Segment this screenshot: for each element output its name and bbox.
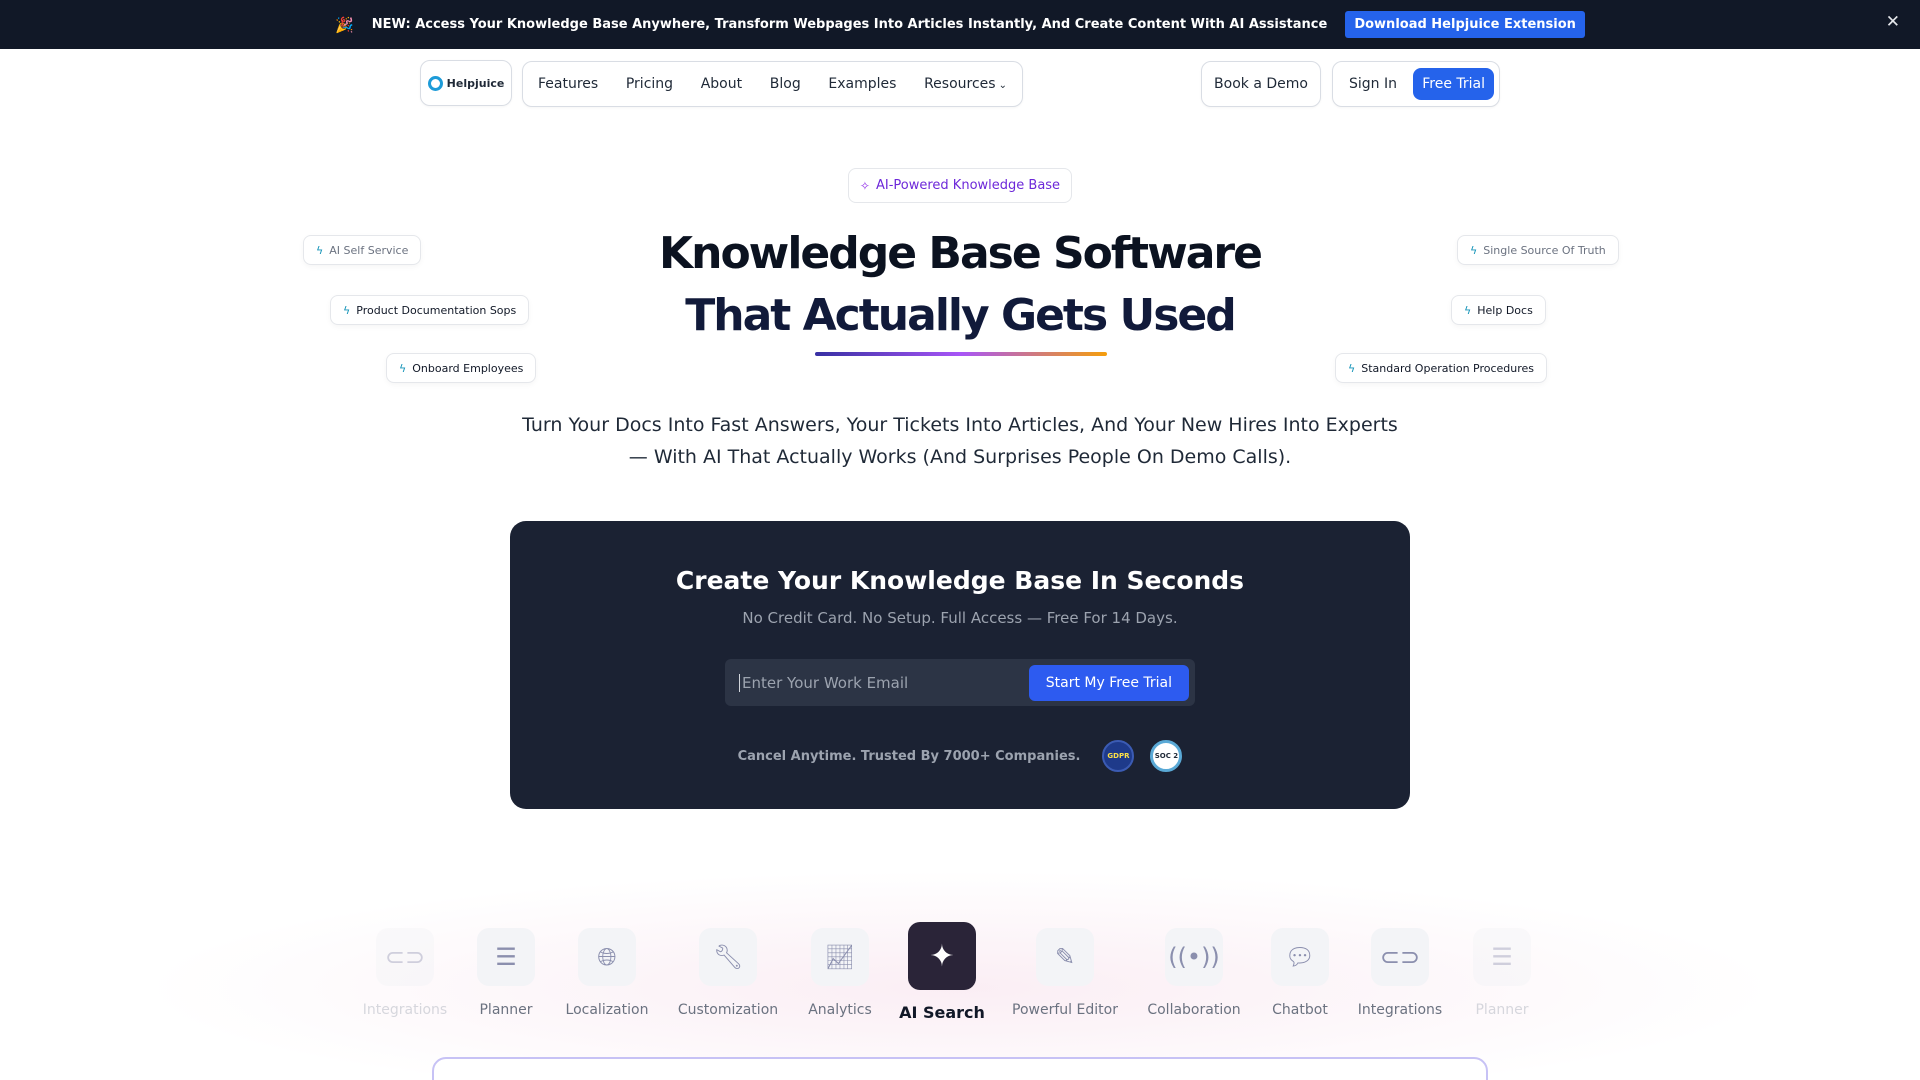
announcement-text: NEW: Access Your Knowledge Base Anywhere… [371,17,1328,32]
feature-tab-label: Analytics [808,1002,872,1018]
feature-tab-label: AI Search [899,1003,985,1022]
download-extension-button[interactable]: Download Helpjuice Extension [1345,11,1585,38]
party-icon: 🎉 [335,15,354,34]
feature-tab-label: Customization [677,1002,779,1018]
pen-icon: ✎ [1036,928,1094,986]
nav-resources[interactable]: Resources ⌄ [924,76,1007,92]
globe-icon: 🌐︎ [578,928,636,986]
nav-examples[interactable]: Examples [828,76,896,92]
gdpr-seal-icon: GDPR [1102,740,1135,772]
auth-group: Sign In Free Trial [1332,61,1500,107]
feature-tab-label: Localization [565,1002,649,1018]
logo-text: Helpjuice [446,76,505,90]
hero-title-line-2: That Actually Gets Used [685,290,1236,341]
hero-badge-label: AI-Powered Knowledge Base [875,178,1061,193]
wrench-icon: 🔧︎ [699,928,757,986]
toggle-icon: ⊂⊃ [1371,928,1429,986]
signup-panel: Create Your Knowledge Base In Seconds No… [510,521,1410,809]
trust-row: Cancel Anytime. Trusted By 7000+ Compani… [510,740,1410,772]
free-trial-button[interactable]: Free Trial [1413,68,1494,100]
signup-note: No Credit Card. No Setup. Full Access — … [742,609,1178,627]
book-demo-button[interactable]: Book a Demo [1201,61,1321,107]
feature-tab-label: Powerful Editor [1012,1002,1118,1018]
feature-tab[interactable]: 🌐︎ Localization [547,922,667,1018]
bolt-icon: ϟ [1348,361,1356,375]
feature-tab[interactable]: 🔧︎ Customization [668,922,788,1018]
start-trial-button[interactable]: Start My Free Trial [1028,664,1189,701]
feature-tab-label: Planner [1475,1002,1529,1018]
email-input[interactable] [739,673,1029,692]
feature-tab[interactable]: ((•)) Collaboration [1134,922,1254,1018]
nav-resources-label: Resources [924,76,996,92]
soc2-seal-icon: SOC 2 [1150,740,1183,772]
feature-tab[interactable]: ☰ Planner [1442,922,1562,1018]
nav-about[interactable]: About [701,76,742,92]
logo[interactable]: Helpjuice [420,60,512,106]
broadcast-icon: ((•)) [1165,928,1223,986]
chevron-down-icon: ⌄ [998,80,1007,91]
nav-blog[interactable]: Blog [770,76,801,92]
helpjuice-logo-icon [427,75,443,91]
chip-label: Standard Operation Procedures [1361,361,1535,375]
feature-tab-label: Integrations [362,1002,448,1018]
bolt-icon: ϟ [399,361,407,375]
hero-title-line-1: Knowledge Base Software [659,228,1263,279]
title-underline [815,352,1107,356]
feature-tab[interactable]: ✦ AI Search [882,922,1002,1022]
feature-tab-label: Integrations [1357,1002,1443,1018]
chip-label: Onboard Employees [412,361,524,375]
hero-badge: ✧ AI-Powered Knowledge Base [848,168,1072,203]
main-nav: Features Pricing About Blog Examples Res… [522,61,1023,107]
announcement-bar: 🎉 NEW: Access Your Knowledge Base Anywhe… [0,0,1920,49]
feature-tab[interactable]: ✎ Powerful Editor [1005,922,1125,1018]
signup-form: Start My Free Trial [725,659,1195,706]
nav-features[interactable]: Features [538,76,598,92]
feature-tab-label: Planner [479,1002,533,1018]
feature-tab-label: Chatbot [1272,1002,1328,1018]
chip-standard-operation: ϟ Standard Operation Procedures [1335,353,1548,383]
nav-pricing[interactable]: Pricing [626,76,673,92]
chip-onboard-employees: ϟ Onboard Employees [386,353,537,383]
trust-text: Cancel Anytime. Trusted By 7000+ Compani… [737,748,1081,764]
planner-icon: ☰ [1473,928,1531,986]
signup-heading: Create Your Knowledge Base In Seconds [675,566,1245,595]
feature-preview-card [432,1057,1488,1080]
chat-bubble-icon: 💬︎ [1271,928,1329,986]
planner-icon: ☰ [477,928,535,986]
sparkle-icon: ✧ [859,178,870,193]
close-icon[interactable]: ✕ [1886,12,1900,32]
sign-in-button[interactable]: Sign In [1349,76,1397,92]
toggle-icon: ⊂⊃ [376,928,434,986]
feature-tab-label: Collaboration [1147,1002,1241,1018]
chart-icon: 📈︎ [811,928,869,986]
sparkle-icon: ✦ [908,922,976,990]
hero-subtitle: Turn Your Docs Into Fast Answers, Your T… [522,414,1398,468]
